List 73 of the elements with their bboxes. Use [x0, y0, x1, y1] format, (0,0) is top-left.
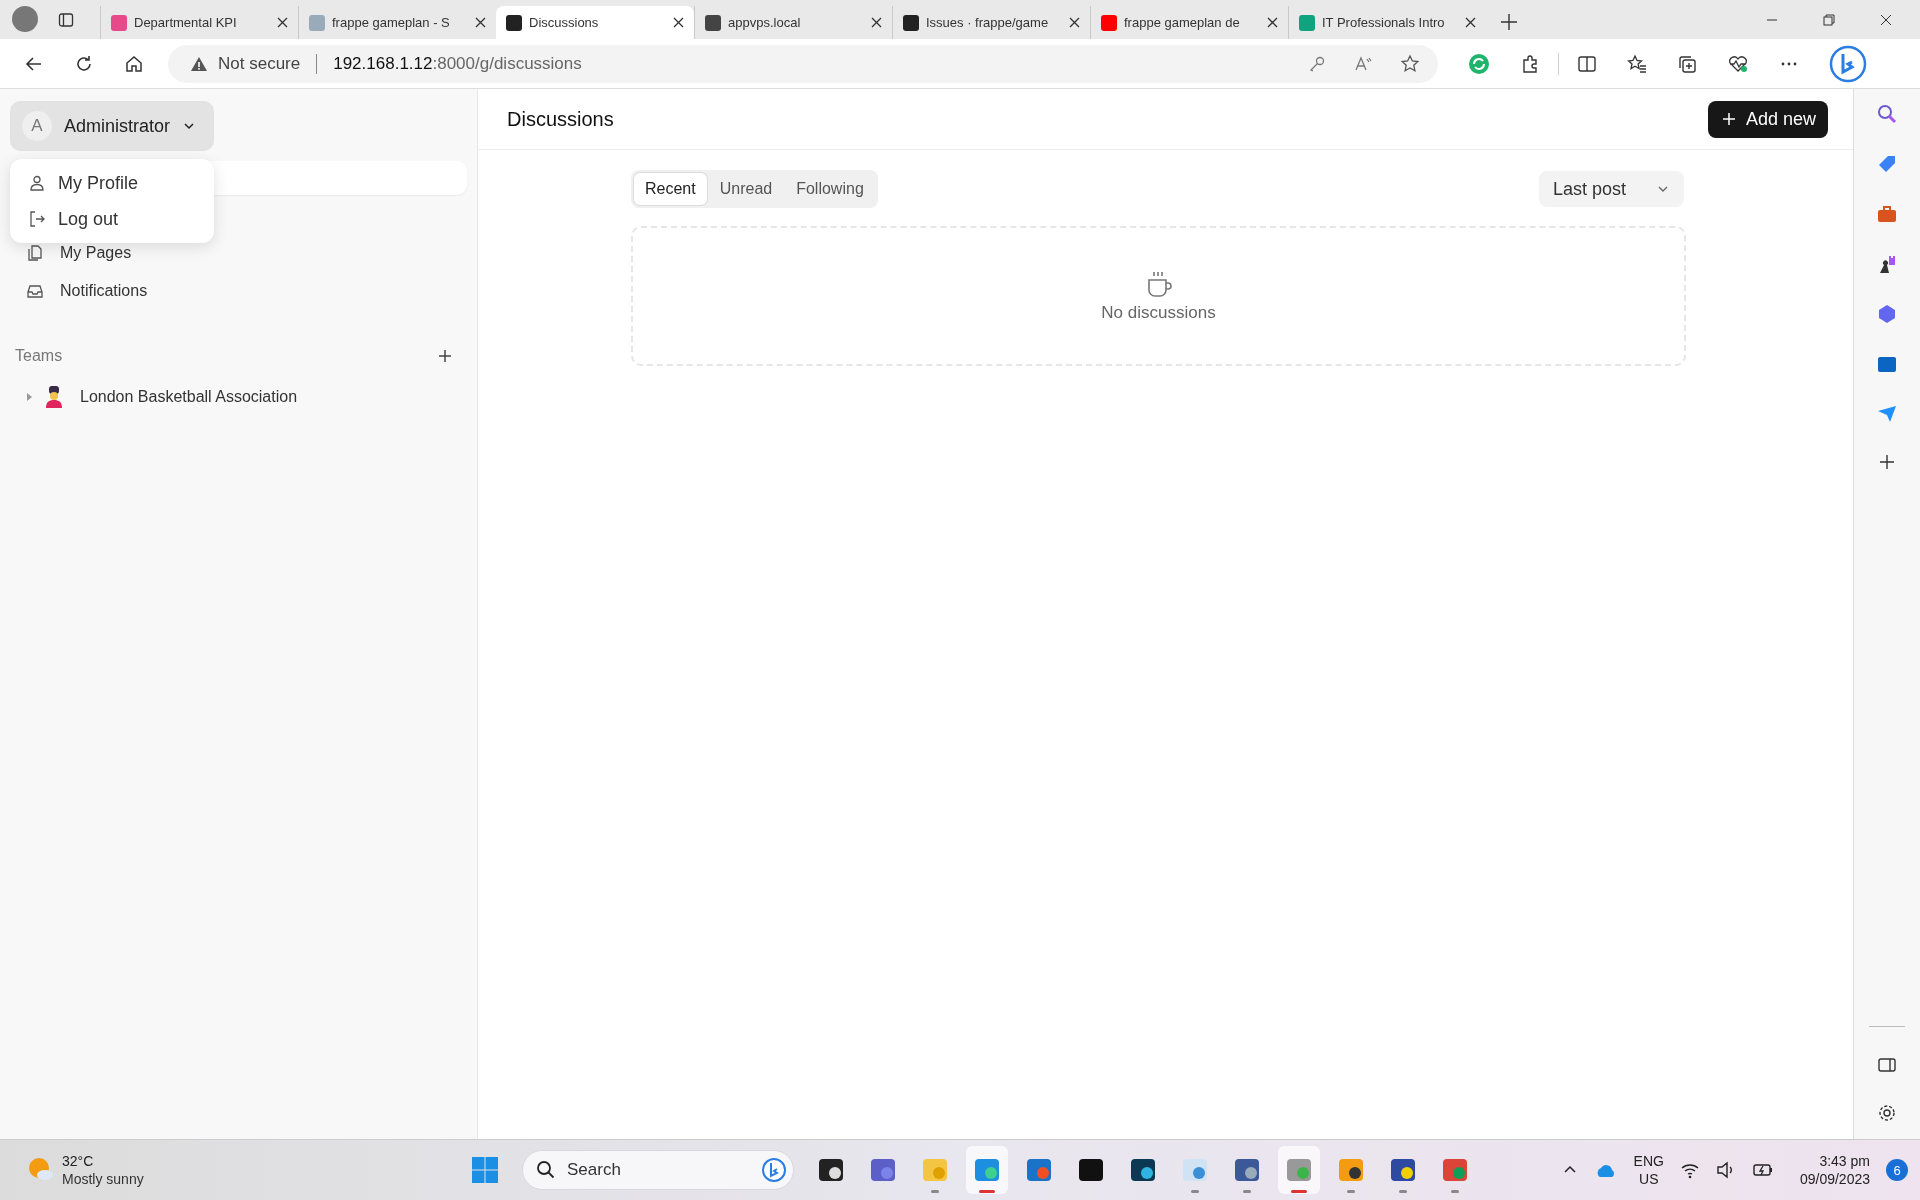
- close-icon[interactable]: [475, 17, 486, 28]
- split-screen-icon[interactable]: [1577, 53, 1597, 74]
- menu-item[interactable]: My Profile: [10, 165, 214, 201]
- extensions-icon[interactable]: [1520, 53, 1540, 74]
- filter-tab[interactable]: Unread: [708, 173, 784, 205]
- clock-time[interactable]: 3:43 pm: [1819, 1151, 1870, 1170]
- tab-actions-icon[interactable]: [58, 12, 74, 28]
- site-icon: [1101, 14, 1117, 31]
- address-field[interactable]: Not secure 192.168.1.12:8000/g/discussions: [168, 44, 1438, 83]
- clock-date[interactable]: 09/09/2023: [1799, 1170, 1870, 1189]
- start-icon[interactable]: [470, 1155, 500, 1185]
- language-indicator[interactable]: ENG: [1633, 1151, 1664, 1170]
- restore-icon[interactable]: [1823, 14, 1835, 26]
- add-icon[interactable]: [1878, 453, 1896, 471]
- team-item[interactable]: London Basketball Association: [10, 377, 467, 417]
- heart-pulse-icon[interactable]: [1727, 53, 1749, 74]
- read-aloud-icon[interactable]: [1354, 54, 1372, 73]
- site-icon: [705, 14, 721, 31]
- inbox-icon: [26, 282, 44, 300]
- extension-icon[interactable]: [1468, 52, 1490, 75]
- search-icon: [536, 1160, 556, 1180]
- new-tab-icon[interactable]: [1500, 13, 1518, 31]
- logout-icon: [28, 210, 46, 228]
- add-team-icon[interactable]: [437, 348, 453, 364]
- profile-icon[interactable]: [12, 6, 38, 32]
- site-icon: [506, 14, 522, 31]
- refresh-icon[interactable]: [74, 53, 94, 74]
- filter-tab[interactable]: Following: [785, 173, 875, 205]
- site-icon: [111, 14, 127, 31]
- sort-dropdown[interactable]: Last post: [1538, 171, 1684, 207]
- caret-icon[interactable]: [24, 392, 34, 402]
- user-menu-button[interactable]: A Administrator: [10, 101, 214, 151]
- briefcase-icon[interactable]: [1876, 203, 1898, 225]
- close-icon[interactable]: [673, 17, 684, 28]
- search-field[interactable]: Search: [522, 1150, 794, 1190]
- plus-icon: [1721, 112, 1736, 126]
- temperature: 32°C: [62, 1151, 95, 1170]
- battery-icon[interactable]: [1751, 1162, 1774, 1178]
- favorites-icon[interactable]: [1627, 53, 1647, 74]
- user-icon: [28, 174, 46, 192]
- filter-tab[interactable]: Recent: [634, 173, 707, 205]
- site-icon: [1299, 14, 1315, 31]
- home-icon[interactable]: [124, 53, 144, 74]
- page-title: Discussions: [507, 107, 614, 131]
- region-indicator[interactable]: US: [1639, 1170, 1659, 1189]
- close-icon[interactable]: [1267, 17, 1278, 28]
- menu-item[interactable]: Log out: [10, 201, 214, 237]
- sidebar-item[interactable]: Notifications: [10, 272, 467, 310]
- sidebar-toggle-icon[interactable]: [1877, 1055, 1897, 1075]
- close-icon[interactable]: [871, 17, 882, 28]
- guard-icon: [44, 386, 64, 408]
- weather-condition: Mostly sunny: [62, 1170, 144, 1189]
- close-icon[interactable]: [1465, 17, 1476, 28]
- section-heading: Teams: [15, 347, 63, 365]
- sidebar-item[interactable]: My Pages: [10, 234, 467, 272]
- search-icon[interactable]: [1876, 103, 1898, 125]
- key-icon[interactable]: [1308, 54, 1326, 73]
- site-icon: [309, 14, 325, 31]
- close-icon[interactable]: [1880, 14, 1892, 26]
- weather-widget[interactable]: 32°C Mostly sunny: [26, 1151, 426, 1189]
- close-icon[interactable]: [1069, 17, 1080, 28]
- pages-icon: [26, 244, 44, 262]
- collections-icon[interactable]: [1677, 53, 1697, 74]
- assistant-icon[interactable]: [1829, 44, 1867, 83]
- empty-message: No discussions: [1101, 303, 1216, 323]
- settings-icon[interactable]: [1877, 1103, 1897, 1123]
- browser-tab[interactable]: Discussions: [496, 6, 694, 39]
- wifi-icon[interactable]: [1679, 1161, 1700, 1179]
- site-icon: [903, 14, 919, 31]
- add-new-button[interactable]: Add new: [1707, 100, 1828, 138]
- star-icon[interactable]: [1400, 53, 1420, 74]
- notification-count[interactable]: 6: [1886, 1159, 1908, 1181]
- close-icon[interactable]: [277, 17, 288, 28]
